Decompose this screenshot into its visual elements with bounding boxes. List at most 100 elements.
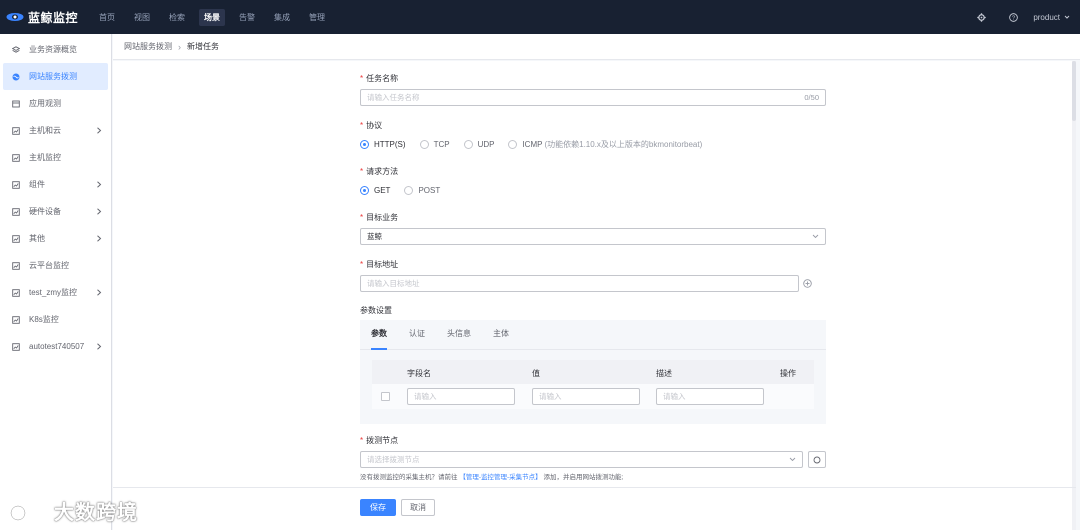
radio-circle[interactable] xyxy=(508,140,518,149)
params-tab[interactable]: 主体 xyxy=(493,320,509,350)
watermark-text: 大数跨境 xyxy=(54,502,138,524)
sidebar-item[interactable]: 应用观测 xyxy=(0,90,111,117)
target-placeholder: 请输入目标地址 xyxy=(367,279,420,288)
col-description: 描述 xyxy=(656,369,672,378)
monitor-icon xyxy=(12,234,20,243)
sidebar-item-label: 云平台监控 xyxy=(29,261,69,270)
sidebar-item[interactable]: autotest740507 xyxy=(0,333,111,360)
sidebar-item[interactable]: 云平台监控 xyxy=(0,252,111,279)
col-field-name: 字段名 xyxy=(407,369,431,378)
topnav-item[interactable]: 集成 xyxy=(269,9,295,26)
top-nav: 首页 视图 检索 场景 告警 集成 管理 xyxy=(94,8,339,26)
radio-circle[interactable] xyxy=(360,186,369,195)
monitor-icon xyxy=(12,207,20,216)
scrollbar[interactable] xyxy=(1072,61,1076,530)
radio-circle[interactable] xyxy=(404,186,414,195)
sidebar-item[interactable]: 硬件设备 xyxy=(0,198,111,225)
username: product xyxy=(1033,12,1060,22)
monitor-icon xyxy=(12,315,20,324)
radio-option[interactable]: TCP xyxy=(419,140,450,149)
chevron-down-icon xyxy=(1064,15,1070,19)
radio-label: POST xyxy=(418,186,441,195)
col-actions: 操作 xyxy=(780,369,796,378)
params-table: 字段名 值 描述 操作 请输入 请输入 请输入 xyxy=(372,360,814,409)
sidebar-item[interactable]: 其他 xyxy=(0,225,111,252)
radio-option[interactable]: ICMP (功能依赖1.10.x及以上版本的bkmonitorbeat) xyxy=(508,139,702,150)
target-address-input[interactable]: 请输入目标地址 xyxy=(360,275,799,292)
refresh-nodes-button[interactable] xyxy=(808,451,826,468)
required-mark: * xyxy=(360,74,364,83)
sidebar-item[interactable]: 主机和云 xyxy=(0,117,111,144)
help-icon[interactable]: ? xyxy=(1007,11,1019,23)
sidebar-item[interactable]: 业务资源概览 xyxy=(0,36,111,63)
sidebar-item-label: test_zmy监控 xyxy=(29,288,78,297)
chevron-right-icon xyxy=(96,127,102,134)
radio-circle[interactable] xyxy=(463,140,473,149)
topnav-item[interactable]: 场景 xyxy=(199,8,225,26)
chevron-right-icon xyxy=(96,235,102,242)
field-name-input[interactable]: 请输入 xyxy=(407,388,515,405)
target-label: * 目标地址 xyxy=(360,260,399,269)
params-tab[interactable]: 头信息 xyxy=(447,320,471,350)
radio-option[interactable]: POST xyxy=(404,186,440,195)
breadcrumb-parent-link[interactable]: 网站服务拨测 xyxy=(124,41,172,52)
required-mark: * xyxy=(360,167,364,176)
radio-option[interactable]: HTTP(S) xyxy=(360,140,406,149)
sidebar-item-label: K8s监控 xyxy=(29,315,59,324)
protocol-radio-group: HTTP(S) TCP UDP ICMP (功能依赖1.10.x及以上版本的bkmoni… xyxy=(360,139,716,150)
main-content: * 任务名称 请输入任务名称 0/50 * 协议 HTTP(S) TCP UDP ICMP… xyxy=(113,61,1076,530)
top-navbar: 蓝鲸监控 首页 视图 检索 场景 告警 集成 管理 ? product xyxy=(0,0,1080,34)
topnav-item[interactable]: 告警 xyxy=(234,9,260,26)
logo-text: 蓝鲸监控 xyxy=(28,10,79,25)
chevron-down-icon xyxy=(789,457,796,462)
topnav-item[interactable]: 检索 xyxy=(164,9,190,26)
monitor-icon xyxy=(12,153,20,162)
row-checkbox[interactable] xyxy=(381,392,390,401)
nodes-label: * 拨测节点 xyxy=(360,436,399,445)
params-tab[interactable]: 认证 xyxy=(409,320,425,350)
settings-gear-icon[interactable] xyxy=(975,11,987,23)
save-button[interactable]: 保存 xyxy=(360,499,396,516)
radio-option[interactable]: GET xyxy=(360,186,390,195)
sidebar-item-label: 业务资源概览 xyxy=(29,45,77,54)
sidebar-item[interactable]: 主机监控 xyxy=(0,144,111,171)
task-name-input[interactable]: 请输入任务名称 0/50 xyxy=(360,89,826,106)
collector-node-link[interactable]: 【管理-监控管理-采集节点】 xyxy=(459,474,541,481)
nodes-select[interactable]: 请选择拨测节点 xyxy=(360,451,803,468)
radio-note: (功能依赖1.10.x及以上版本的bkmonitorbeat) xyxy=(544,140,703,149)
sidebar-item-label: 硬件设备 xyxy=(29,207,61,216)
sidebar-item[interactable]: 网站服务拨测 xyxy=(3,63,108,90)
biz-select[interactable]: 蓝鲸 xyxy=(360,228,826,245)
refresh-icon xyxy=(813,456,821,463)
params-tabs: 参数 认证 头信息 主体 xyxy=(360,320,826,350)
radio-option[interactable]: UDP xyxy=(463,140,495,149)
scroll-thumb[interactable] xyxy=(1072,61,1076,121)
app-logo[interactable]: 蓝鲸监控 xyxy=(6,9,88,26)
chevron-down-icon xyxy=(812,234,819,239)
add-target-plus-icon[interactable] xyxy=(803,279,812,288)
topnav-item[interactable]: 管理 xyxy=(304,9,330,26)
user-menu[interactable]: product xyxy=(1033,13,1070,22)
topnav-item[interactable]: 视图 xyxy=(129,9,155,26)
app-icon xyxy=(12,100,20,108)
sidebar-item[interactable]: test_zmy监控 xyxy=(0,279,111,306)
params-tab[interactable]: 参数 xyxy=(371,320,387,350)
sidebar-item-label: 应用观测 xyxy=(29,99,61,108)
monitor-icon xyxy=(12,261,20,270)
radio-circle[interactable] xyxy=(360,140,369,149)
topnav-item[interactable]: 首页 xyxy=(94,9,120,26)
col-value: 值 xyxy=(532,369,540,378)
method-label: * 请求方法 xyxy=(360,167,399,176)
field-description-input[interactable]: 请输入 xyxy=(656,388,764,405)
task-name-placeholder: 请输入任务名称 xyxy=(367,93,420,102)
sidebar-item[interactable]: 组件 xyxy=(0,171,111,198)
monitor-icon xyxy=(12,288,20,297)
radio-circle[interactable] xyxy=(419,140,429,149)
sidebar: 业务资源概览网站服务拨测应用观测主机和云 主机监控 组件硬件设备其他云平台监控 tes… xyxy=(0,34,112,530)
field-value-input[interactable]: 请输入 xyxy=(532,388,640,405)
cancel-button[interactable]: 取消 xyxy=(401,499,435,516)
globe-icon xyxy=(12,73,20,81)
radio-label: UDP xyxy=(477,140,495,149)
sidebar-item-label: autotest740507 xyxy=(29,342,85,351)
sidebar-item[interactable]: K8s监控 xyxy=(0,306,111,333)
